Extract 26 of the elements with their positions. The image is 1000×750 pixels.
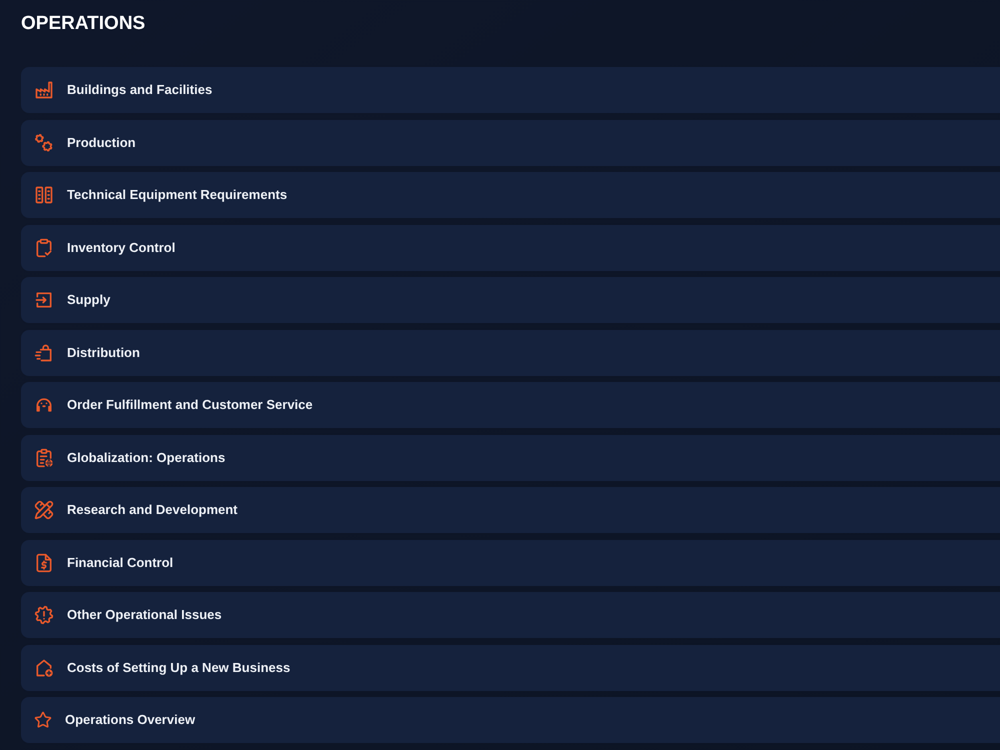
menu-item[interactable]: Production [21, 120, 1000, 166]
menu-item[interactable]: Distribution [21, 330, 1000, 376]
menu-item[interactable]: Order Fulfillment and Customer Service [21, 382, 1000, 428]
gears-icon [34, 132, 54, 152]
pencil-ruler-icon [34, 500, 54, 520]
menu-item[interactable]: Buildings and Facilities [21, 67, 1000, 113]
clipboard-globe-icon [34, 448, 54, 468]
factory-icon [34, 80, 54, 100]
menu-item[interactable]: Globalization: Operations [21, 434, 1000, 480]
menu-item[interactable]: Technical Equipment Requirements [21, 172, 1000, 218]
gear-alert-icon [34, 605, 54, 625]
menu-item[interactable]: Costs of Setting Up a New Business [21, 644, 1000, 690]
page-title: OPERATIONS [21, 12, 146, 35]
menu-item[interactable]: Operations Overview [21, 697, 1000, 743]
panels-icon [34, 185, 54, 205]
menu-item[interactable]: Research and Development [21, 487, 1000, 533]
menu-item[interactable]: Financial Control [21, 540, 1000, 586]
clipboard-check-icon [34, 238, 54, 258]
menu-item[interactable]: Inventory Control [21, 224, 1000, 270]
menu-item[interactable]: Supply [21, 277, 1000, 323]
menu-item[interactable]: Other Operational Issues [21, 592, 1000, 638]
house-plus-icon [34, 658, 54, 678]
star-icon [34, 711, 52, 729]
dollar-document-icon [34, 552, 54, 572]
shopping-bag-icon [34, 342, 54, 362]
arrow-into-box-icon [34, 290, 54, 310]
